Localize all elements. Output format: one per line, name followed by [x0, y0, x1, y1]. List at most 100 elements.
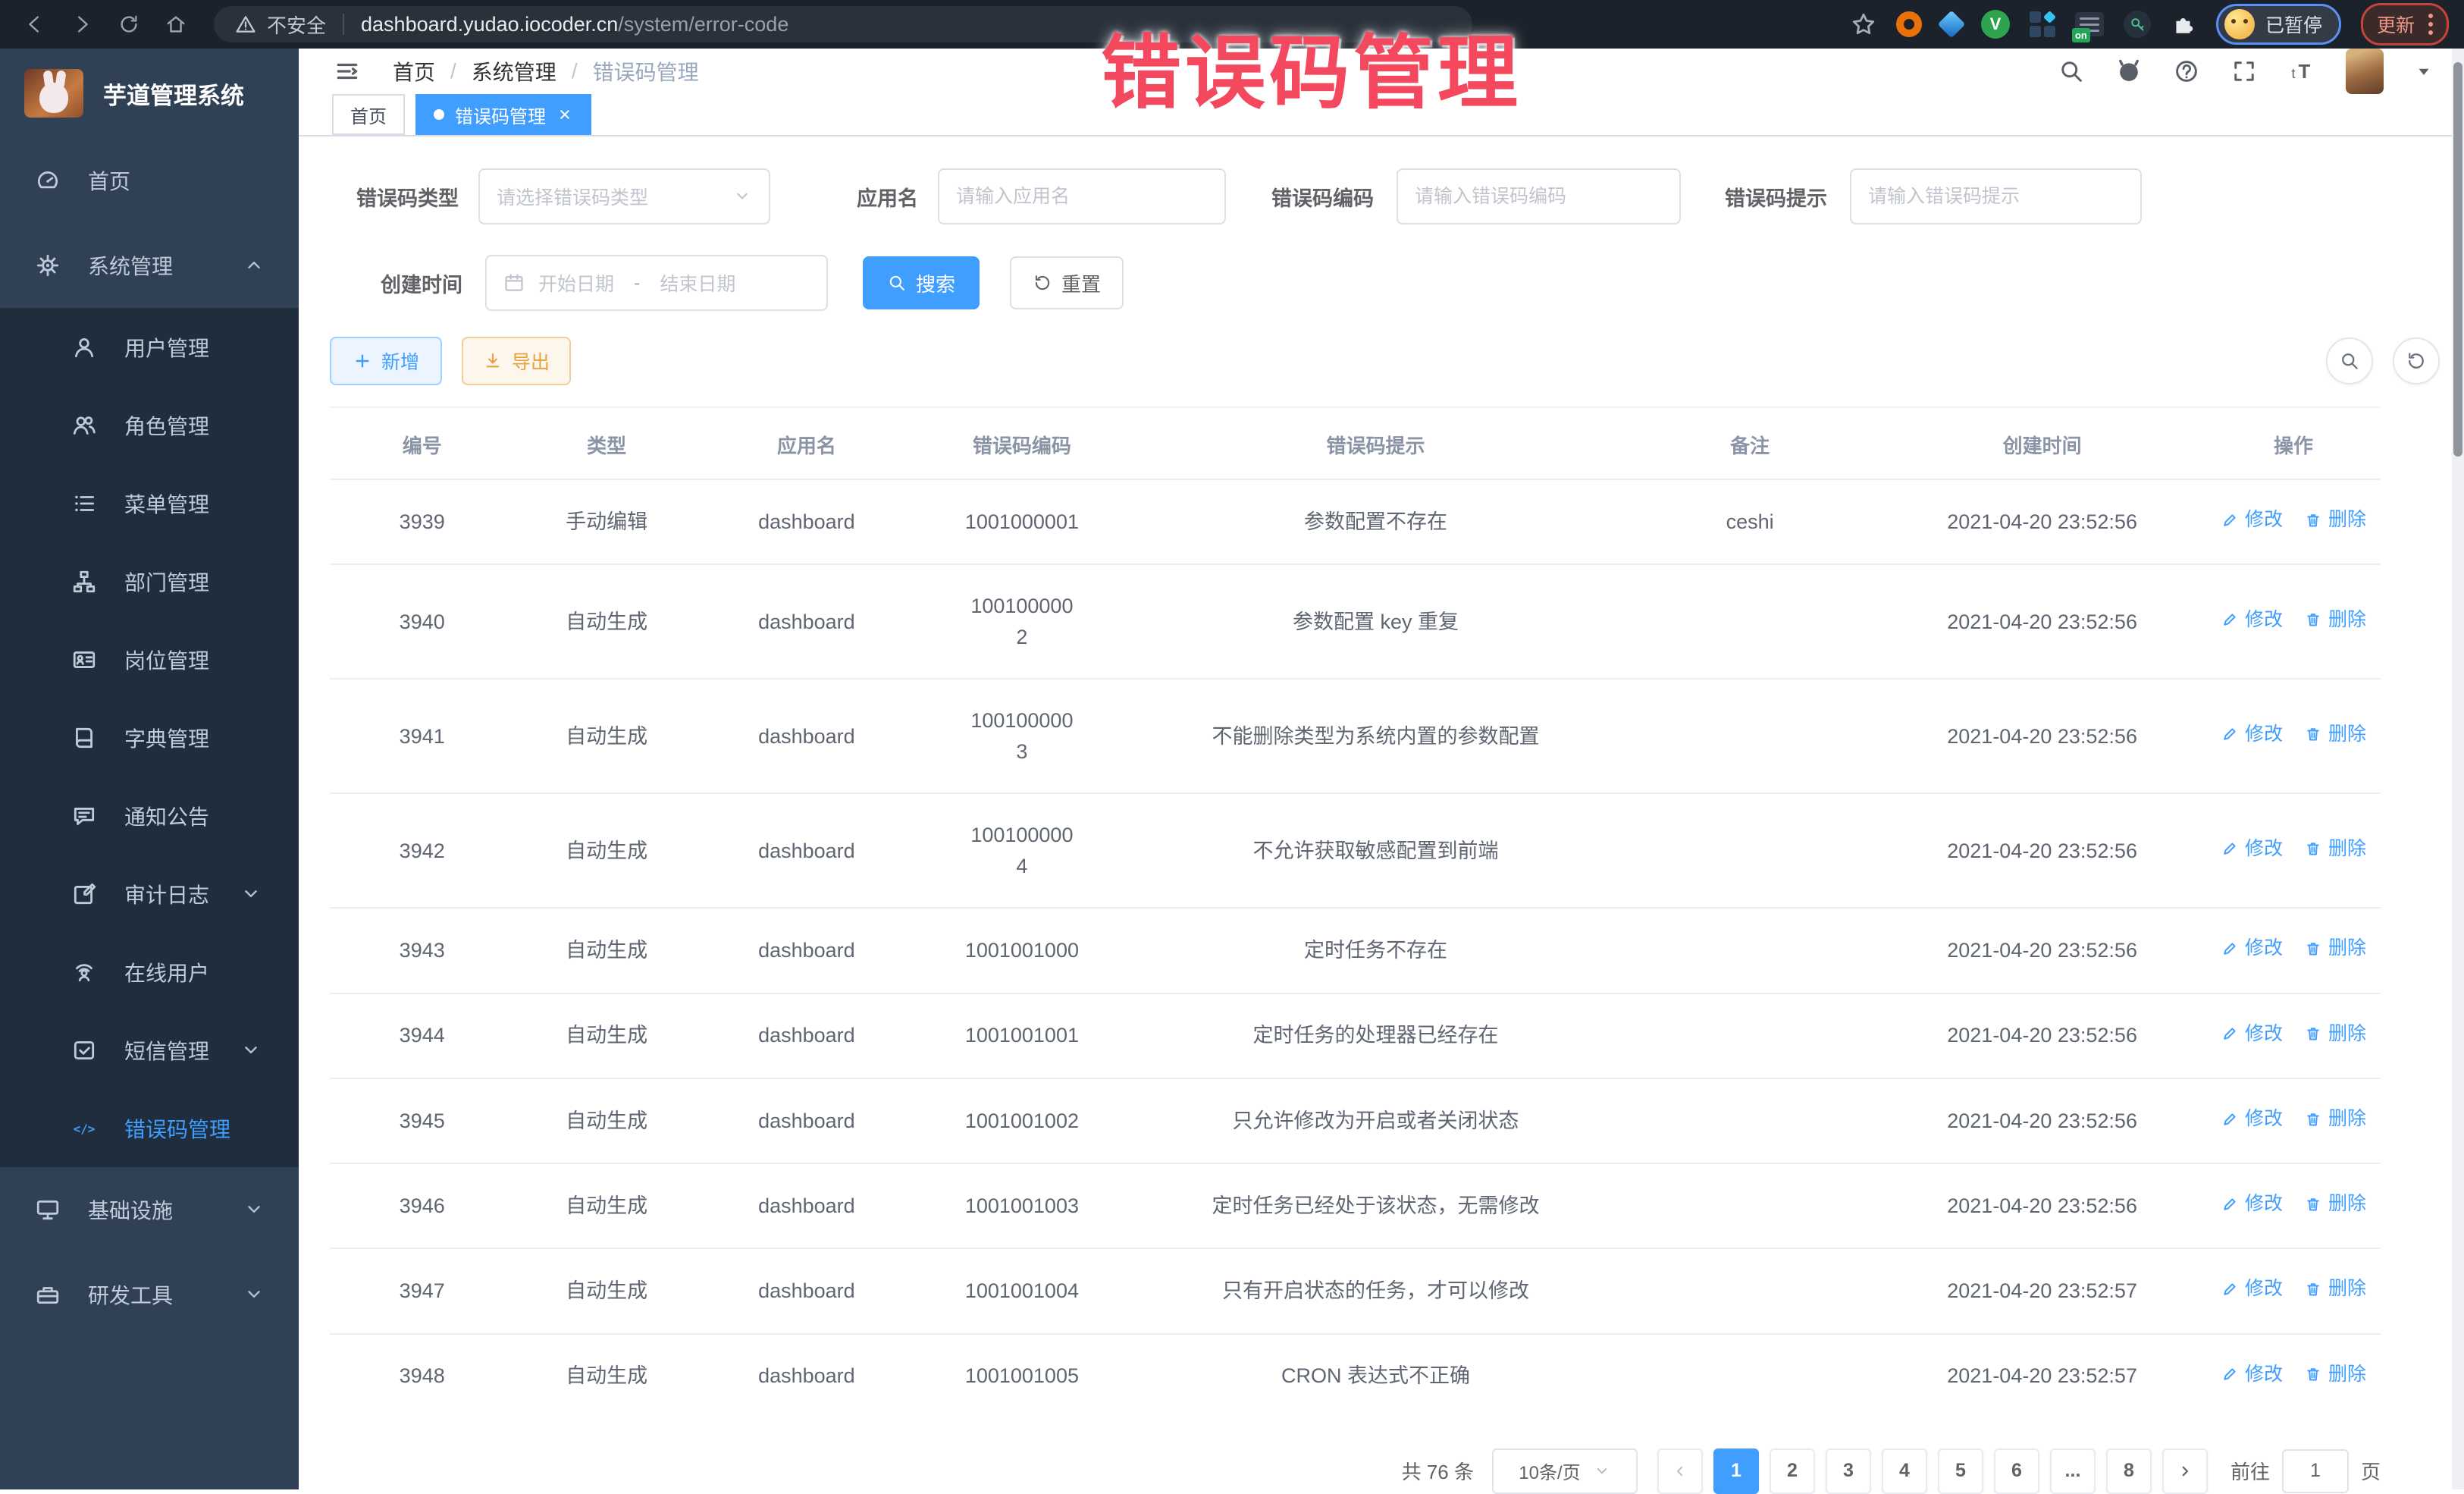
- sidebar-item-13[interactable]: 基础设施: [0, 1167, 299, 1252]
- breadcrumb-home[interactable]: 首页: [393, 56, 435, 86]
- page-button-6[interactable]: 6: [1994, 1448, 2039, 1494]
- extension-panel-icon[interactable]: on: [2075, 12, 2104, 36]
- error-code-input[interactable]: [1397, 168, 1681, 224]
- delete-link[interactable]: 删除: [2304, 506, 2366, 535]
- delete-link-label: 删除: [2328, 606, 2366, 635]
- app-name-input[interactable]: [938, 168, 1226, 224]
- delete-link[interactable]: 删除: [2304, 1020, 2366, 1049]
- delete-link[interactable]: 删除: [2304, 835, 2366, 864]
- page-button-1[interactable]: 1: [1713, 1448, 1759, 1494]
- edit-link[interactable]: 修改: [2221, 835, 2283, 864]
- edit-link[interactable]: 修改: [2221, 606, 2283, 635]
- sidebar-logo[interactable]: 芋道管理系统: [0, 49, 299, 138]
- table-body: 3939手动编辑dashboard1001000001参数配置不存在ceshi2…: [330, 479, 2381, 1418]
- sidebar-item-8[interactable]: 通知公告: [0, 777, 299, 855]
- close-icon[interactable]: [556, 106, 573, 123]
- sidebar-item-14[interactable]: 研发工具: [0, 1252, 299, 1337]
- sidebar-item-4[interactable]: 菜单管理: [0, 464, 299, 542]
- sidebar-item-0[interactable]: 首页: [0, 138, 299, 223]
- sidebar-collapse-icon[interactable]: [332, 58, 362, 84]
- cell-created: 2021-04-20 23:52:56: [1878, 564, 2206, 679]
- header-search-icon[interactable]: [2058, 58, 2085, 85]
- prev-page-button[interactable]: [1657, 1448, 1703, 1494]
- back-icon[interactable]: [15, 5, 55, 44]
- error-type-select[interactable]: 请选择错误码类型: [478, 168, 770, 224]
- bookmark-star-icon[interactable]: [1851, 11, 1876, 37]
- edit-link[interactable]: 修改: [2221, 1105, 2283, 1134]
- page-button-2[interactable]: 2: [1770, 1448, 1815, 1494]
- edit-link[interactable]: 修改: [2221, 506, 2283, 535]
- sidebar-item-7[interactable]: 字典管理: [0, 698, 299, 777]
- date-range-picker[interactable]: 开始日期 - 结束日期: [485, 255, 828, 311]
- code-icon: </>: [71, 1116, 97, 1141]
- tab-label: 首页: [350, 102, 387, 128]
- browser-menu-kebab-icon[interactable]: [2428, 14, 2433, 35]
- edit-link[interactable]: 修改: [2221, 1190, 2283, 1219]
- extension-orange-icon[interactable]: [1896, 11, 1922, 37]
- browser-profile-chip[interactable]: 已暂停: [2216, 4, 2341, 45]
- page-ellipsis[interactable]: ...: [2050, 1448, 2096, 1494]
- reset-button[interactable]: 重置: [1010, 256, 1124, 309]
- breadcrumb-system[interactable]: 系统管理: [472, 56, 556, 86]
- edit-link[interactable]: 修改: [2221, 1020, 2283, 1049]
- delete-link[interactable]: 删除: [2304, 1275, 2366, 1304]
- tab-home[interactable]: 首页: [332, 94, 405, 135]
- search-button[interactable]: 搜索: [863, 256, 980, 309]
- edit-link[interactable]: 修改: [2221, 934, 2283, 963]
- home-icon[interactable]: [156, 5, 196, 44]
- extension-gem-icon[interactable]: [1938, 11, 1966, 39]
- show-search-toggle-button[interactable]: [2326, 337, 2373, 384]
- search-icon: [2339, 350, 2360, 372]
- sidebar-item-10[interactable]: 在线用户: [0, 933, 299, 1011]
- page-button-8[interactable]: 8: [2106, 1448, 2152, 1494]
- chevron-down-icon[interactable]: [2414, 61, 2434, 81]
- sidebar-item-label: 短信管理: [124, 1035, 209, 1066]
- sidebar-item-6[interactable]: 岗位管理: [0, 620, 299, 698]
- tab-error-code[interactable]: 错误码管理: [415, 94, 591, 135]
- delete-link[interactable]: 删除: [2304, 720, 2366, 749]
- reload-icon[interactable]: [109, 5, 149, 44]
- extension-key-icon[interactable]: [2124, 11, 2151, 38]
- refresh-table-button[interactable]: [2393, 337, 2440, 384]
- page-button-5[interactable]: 5: [1938, 1448, 1983, 1494]
- delete-link[interactable]: 删除: [2304, 1190, 2366, 1219]
- sidebar-item-label: 角色管理: [124, 410, 209, 441]
- delete-link[interactable]: 删除: [2304, 1105, 2366, 1134]
- sidebar-item-1[interactable]: 系统管理: [0, 223, 299, 308]
- next-page-button[interactable]: [2162, 1448, 2208, 1494]
- sidebar-item-11[interactable]: 短信管理: [0, 1011, 299, 1089]
- edit-link[interactable]: 修改: [2221, 1361, 2283, 1389]
- delete-link[interactable]: 删除: [2304, 934, 2366, 963]
- add-button[interactable]: 新增: [330, 337, 442, 385]
- sidebar-item-5[interactable]: 部门管理: [0, 542, 299, 620]
- scrollbar-thumb[interactable]: [2453, 62, 2462, 457]
- delete-link[interactable]: 删除: [2304, 1361, 2366, 1389]
- cell-app: dashboard: [699, 1248, 914, 1333]
- page-size-select[interactable]: 10条/页: [1492, 1448, 1638, 1494]
- browser-update-button[interactable]: 更新: [2361, 3, 2449, 46]
- sidebar-item-3[interactable]: 角色管理: [0, 386, 299, 464]
- edit-link[interactable]: 修改: [2221, 1275, 2283, 1304]
- delete-link[interactable]: 删除: [2304, 606, 2366, 635]
- forward-icon[interactable]: [62, 5, 102, 44]
- extension-green-icon[interactable]: V: [1981, 10, 2010, 39]
- sidebar-item-9[interactable]: 审计日志: [0, 855, 299, 933]
- goto-page-input[interactable]: [2282, 1449, 2349, 1493]
- error-message-input[interactable]: [1850, 168, 2142, 224]
- extensions-puzzle-icon[interactable]: [2171, 11, 2196, 37]
- cell-msg: 参数配置 key 重复: [1130, 564, 1622, 679]
- sidebar-item-12[interactable]: </>错误码管理: [0, 1089, 299, 1167]
- github-icon[interactable]: [2115, 58, 2143, 85]
- export-button[interactable]: 导出: [462, 337, 571, 385]
- cell-code: 100100000 2: [914, 564, 1130, 679]
- menu-list-icon: [71, 491, 97, 516]
- page-button-3[interactable]: 3: [1826, 1448, 1871, 1494]
- help-icon[interactable]: [2173, 58, 2200, 85]
- edit-link[interactable]: 修改: [2221, 720, 2283, 749]
- fullscreen-icon[interactable]: [2230, 58, 2258, 85]
- user-avatar[interactable]: [2346, 49, 2384, 94]
- extension-grid-icon[interactable]: [2030, 11, 2055, 37]
- page-button-4[interactable]: 4: [1882, 1448, 1927, 1494]
- font-size-icon[interactable]: tT: [2288, 58, 2315, 85]
- sidebar-item-2[interactable]: 用户管理: [0, 308, 299, 386]
